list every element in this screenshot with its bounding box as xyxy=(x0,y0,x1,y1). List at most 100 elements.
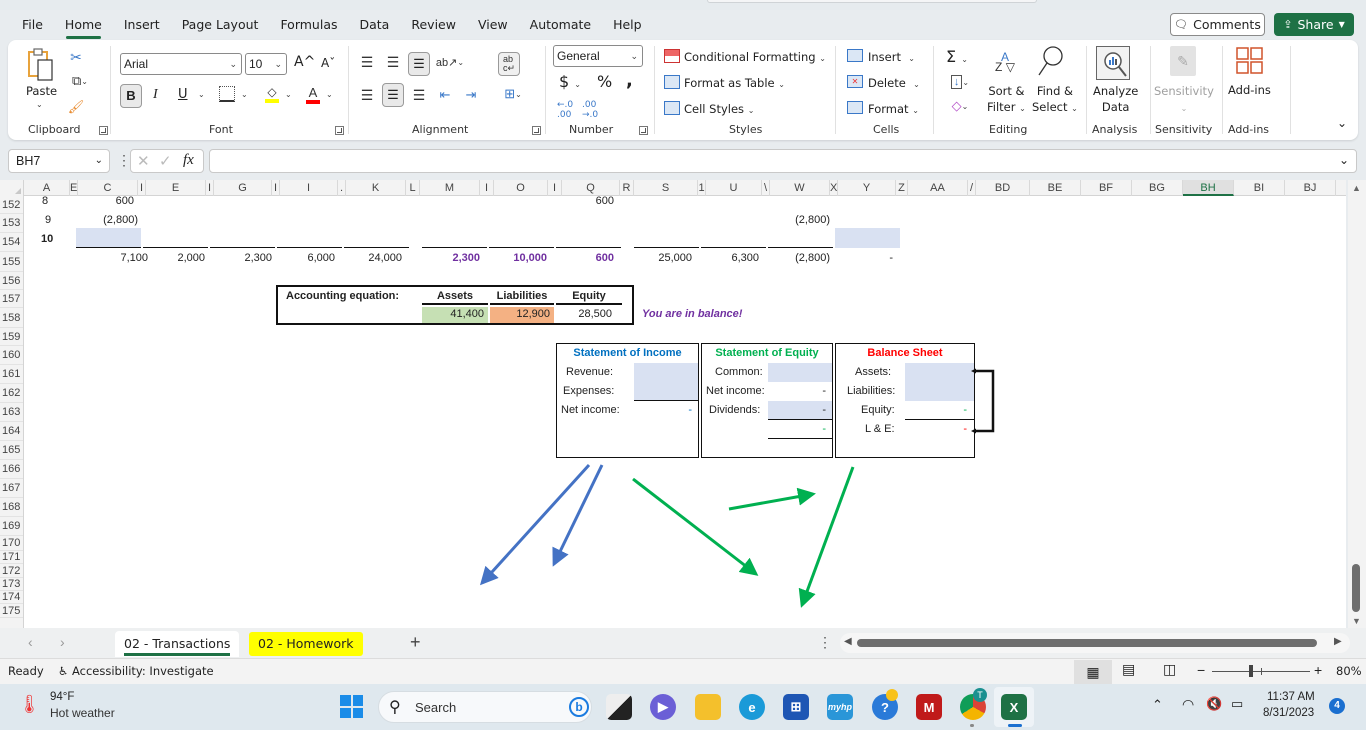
zoom-slider-thumb[interactable] xyxy=(1249,665,1254,677)
formula-bar-more-icon[interactable]: ⋮ xyxy=(117,152,131,169)
italic-button[interactable]: I xyxy=(153,87,158,103)
accessibility-status[interactable]: ♿ Accessibility: Investigate xyxy=(58,664,214,678)
decrease-indent-icon[interactable]: ⇤ xyxy=(436,87,454,103)
font-dialog-launcher[interactable] xyxy=(335,126,344,135)
name-box[interactable]: BH7 ⌄ xyxy=(8,149,110,173)
borders-icon[interactable] xyxy=(219,86,235,102)
horizontal-scroll-thumb[interactable] xyxy=(857,639,1317,647)
add-ins-button[interactable]: Add-ins xyxy=(1228,83,1271,97)
tab-data[interactable]: Data xyxy=(349,12,401,40)
align-middle-icon[interactable]: ☰ xyxy=(384,54,402,70)
clipboard-dialog-launcher[interactable] xyxy=(99,126,108,135)
fill-color-icon[interactable]: ◇ xyxy=(264,84,280,104)
zoom-level[interactable]: 80% xyxy=(1336,664,1362,678)
tab-help[interactable]: Help xyxy=(602,12,653,40)
increase-indent-icon[interactable]: ⇥ xyxy=(462,87,480,103)
decrease-font-button[interactable]: Aˇ xyxy=(321,56,335,70)
sheet-bar-options-icon[interactable]: ⋮ xyxy=(818,634,832,651)
wifi-icon[interactable]: ◠ xyxy=(1182,696,1194,713)
page-break-view-button[interactable]: ◫ xyxy=(1163,661,1176,678)
wrap-text-icon[interactable]: ab c↵ xyxy=(498,52,520,76)
tab-formulas[interactable]: Formulas xyxy=(269,12,348,40)
volume-muted-icon[interactable]: 🔇 xyxy=(1206,696,1222,712)
insert-cells-button[interactable]: Insert ⌄ xyxy=(868,50,915,64)
number-dialog-launcher[interactable] xyxy=(639,126,648,135)
weather-desc[interactable]: Hot weather xyxy=(50,706,115,720)
insert-function-icon[interactable]: fx xyxy=(183,152,194,169)
increase-font-button[interactable]: A^ xyxy=(294,54,315,70)
cell-styles-button[interactable]: Cell Styles ⌄ xyxy=(684,102,754,116)
currency-button[interactable]: $ ⌄ xyxy=(559,72,581,91)
borders-dropdown-icon[interactable]: ⌄ xyxy=(241,90,248,99)
collapse-ribbon-button[interactable]: ⌄ xyxy=(1337,116,1347,130)
taskbar-search[interactable]: ⚲ Search b xyxy=(378,691,592,723)
task-view-icon[interactable] xyxy=(606,694,632,720)
horizontal-scrollbar[interactable]: ◀ ▶ xyxy=(840,633,1350,653)
autosum-button[interactable]: Σ ⌄ xyxy=(946,47,968,66)
tab-insert[interactable]: Insert xyxy=(113,12,171,40)
clock-date[interactable]: 8/31/2023 xyxy=(1263,707,1314,719)
tab-automate[interactable]: Automate xyxy=(519,12,602,40)
next-sheet-icon[interactable]: › xyxy=(60,634,65,650)
zoom-out-button[interactable]: − xyxy=(1197,662,1205,678)
percent-button[interactable]: % xyxy=(597,72,612,91)
worksheet-grid[interactable]: A E C I E I G I I. K L M I O I Q R S 1 U \ W X Y Z AA / BD BE BF BG BH B… xyxy=(0,180,1346,628)
merge-center-icon[interactable]: ⊞ ⌄ xyxy=(498,86,528,102)
scroll-up-icon[interactable]: ▲ xyxy=(1352,183,1361,193)
mcafee-icon[interactable]: M xyxy=(916,694,942,720)
ms-store-icon[interactable]: ⊞ xyxy=(783,694,809,720)
title-search-box[interactable] xyxy=(707,0,1037,3)
share-button[interactable]: ⇪ Share ▼ xyxy=(1274,13,1354,36)
increase-decimal-button[interactable]: ←.0.00 xyxy=(557,100,573,120)
clock-time[interactable]: 11:37 AM xyxy=(1267,691,1315,703)
normal-view-button[interactable]: ▦ xyxy=(1074,660,1112,684)
formula-input[interactable]: ⌄ xyxy=(209,149,1357,173)
windows-start-icon[interactable] xyxy=(340,695,363,718)
orientation-icon[interactable]: ab↗ ⌄ xyxy=(436,54,464,70)
number-format-select[interactable]: General ⌄ xyxy=(553,45,643,67)
format-as-table-button[interactable]: Format as Table ⌄ xyxy=(684,76,785,90)
align-right-icon[interactable]: ☰ xyxy=(410,87,428,103)
prev-sheet-icon[interactable]: ‹ xyxy=(28,634,33,650)
clear-icon[interactable]: ◇ ⌄ xyxy=(946,98,974,114)
tab-review[interactable]: Review xyxy=(400,12,467,40)
font-color-icon[interactable]: A xyxy=(305,84,321,104)
enter-icon[interactable]: ✓ xyxy=(159,152,172,170)
comments-button[interactable]: 🗨 Comments xyxy=(1170,13,1265,36)
weather-temp[interactable]: 94°F xyxy=(50,691,74,703)
format-painter-icon[interactable]: 🖌 xyxy=(68,98,85,116)
bing-icon[interactable]: b xyxy=(569,697,589,717)
tab-page-layout[interactable]: Page Layout xyxy=(171,12,270,40)
file-explorer-icon[interactable] xyxy=(695,694,721,720)
delete-cells-button[interactable]: Delete ⌄ xyxy=(868,76,920,90)
tab-view[interactable]: View xyxy=(467,12,519,40)
paste-icon[interactable] xyxy=(26,48,56,82)
paste-button[interactable]: Paste xyxy=(26,84,57,98)
align-center-button[interactable]: ☰ xyxy=(382,83,404,107)
weather-icon[interactable]: 🌡 xyxy=(18,694,41,715)
align-left-icon[interactable]: ☰ xyxy=(358,87,376,103)
decrease-decimal-button[interactable]: .00 →.0 xyxy=(582,100,598,120)
edge-icon[interactable]: e xyxy=(739,694,765,720)
tab-home[interactable]: Home xyxy=(54,12,113,40)
cut-icon[interactable]: ✂ xyxy=(68,48,84,66)
zoom-in-button[interactable]: + xyxy=(1314,662,1322,678)
teams-chat-icon[interactable]: ▶ xyxy=(650,694,676,720)
add-sheet-button[interactable]: + xyxy=(410,632,421,653)
paste-dropdown-icon[interactable]: ⌄ xyxy=(36,100,43,109)
font-name-select[interactable]: Arial ⌄ xyxy=(120,53,242,75)
comma-style-button[interactable]: , xyxy=(626,70,633,91)
zoom-slider[interactable] xyxy=(1212,665,1310,677)
sensitivity-button[interactable]: Sensitivity ⌄ xyxy=(1154,83,1214,117)
font-color-dropdown-icon[interactable]: ⌄ xyxy=(326,90,333,99)
format-cells-button[interactable]: Format ⌄ xyxy=(868,102,919,116)
sort-filter-button[interactable]: Sort & Filter ⌄ xyxy=(987,83,1026,117)
notification-badge[interactable]: 4 xyxy=(1329,698,1345,714)
vertical-scrollbar[interactable]: ▲ ▼ xyxy=(1348,180,1366,628)
align-top-icon[interactable]: ☰ xyxy=(358,54,376,70)
alignment-dialog-launcher[interactable] xyxy=(532,126,541,135)
sheet-tab-homework[interactable]: 02 - Homework xyxy=(249,632,363,656)
copy-icon[interactable]: ⧉ ⌄ xyxy=(66,72,94,90)
show-hidden-icons[interactable]: ⌃ xyxy=(1152,697,1163,713)
bold-button[interactable]: B xyxy=(120,84,142,108)
